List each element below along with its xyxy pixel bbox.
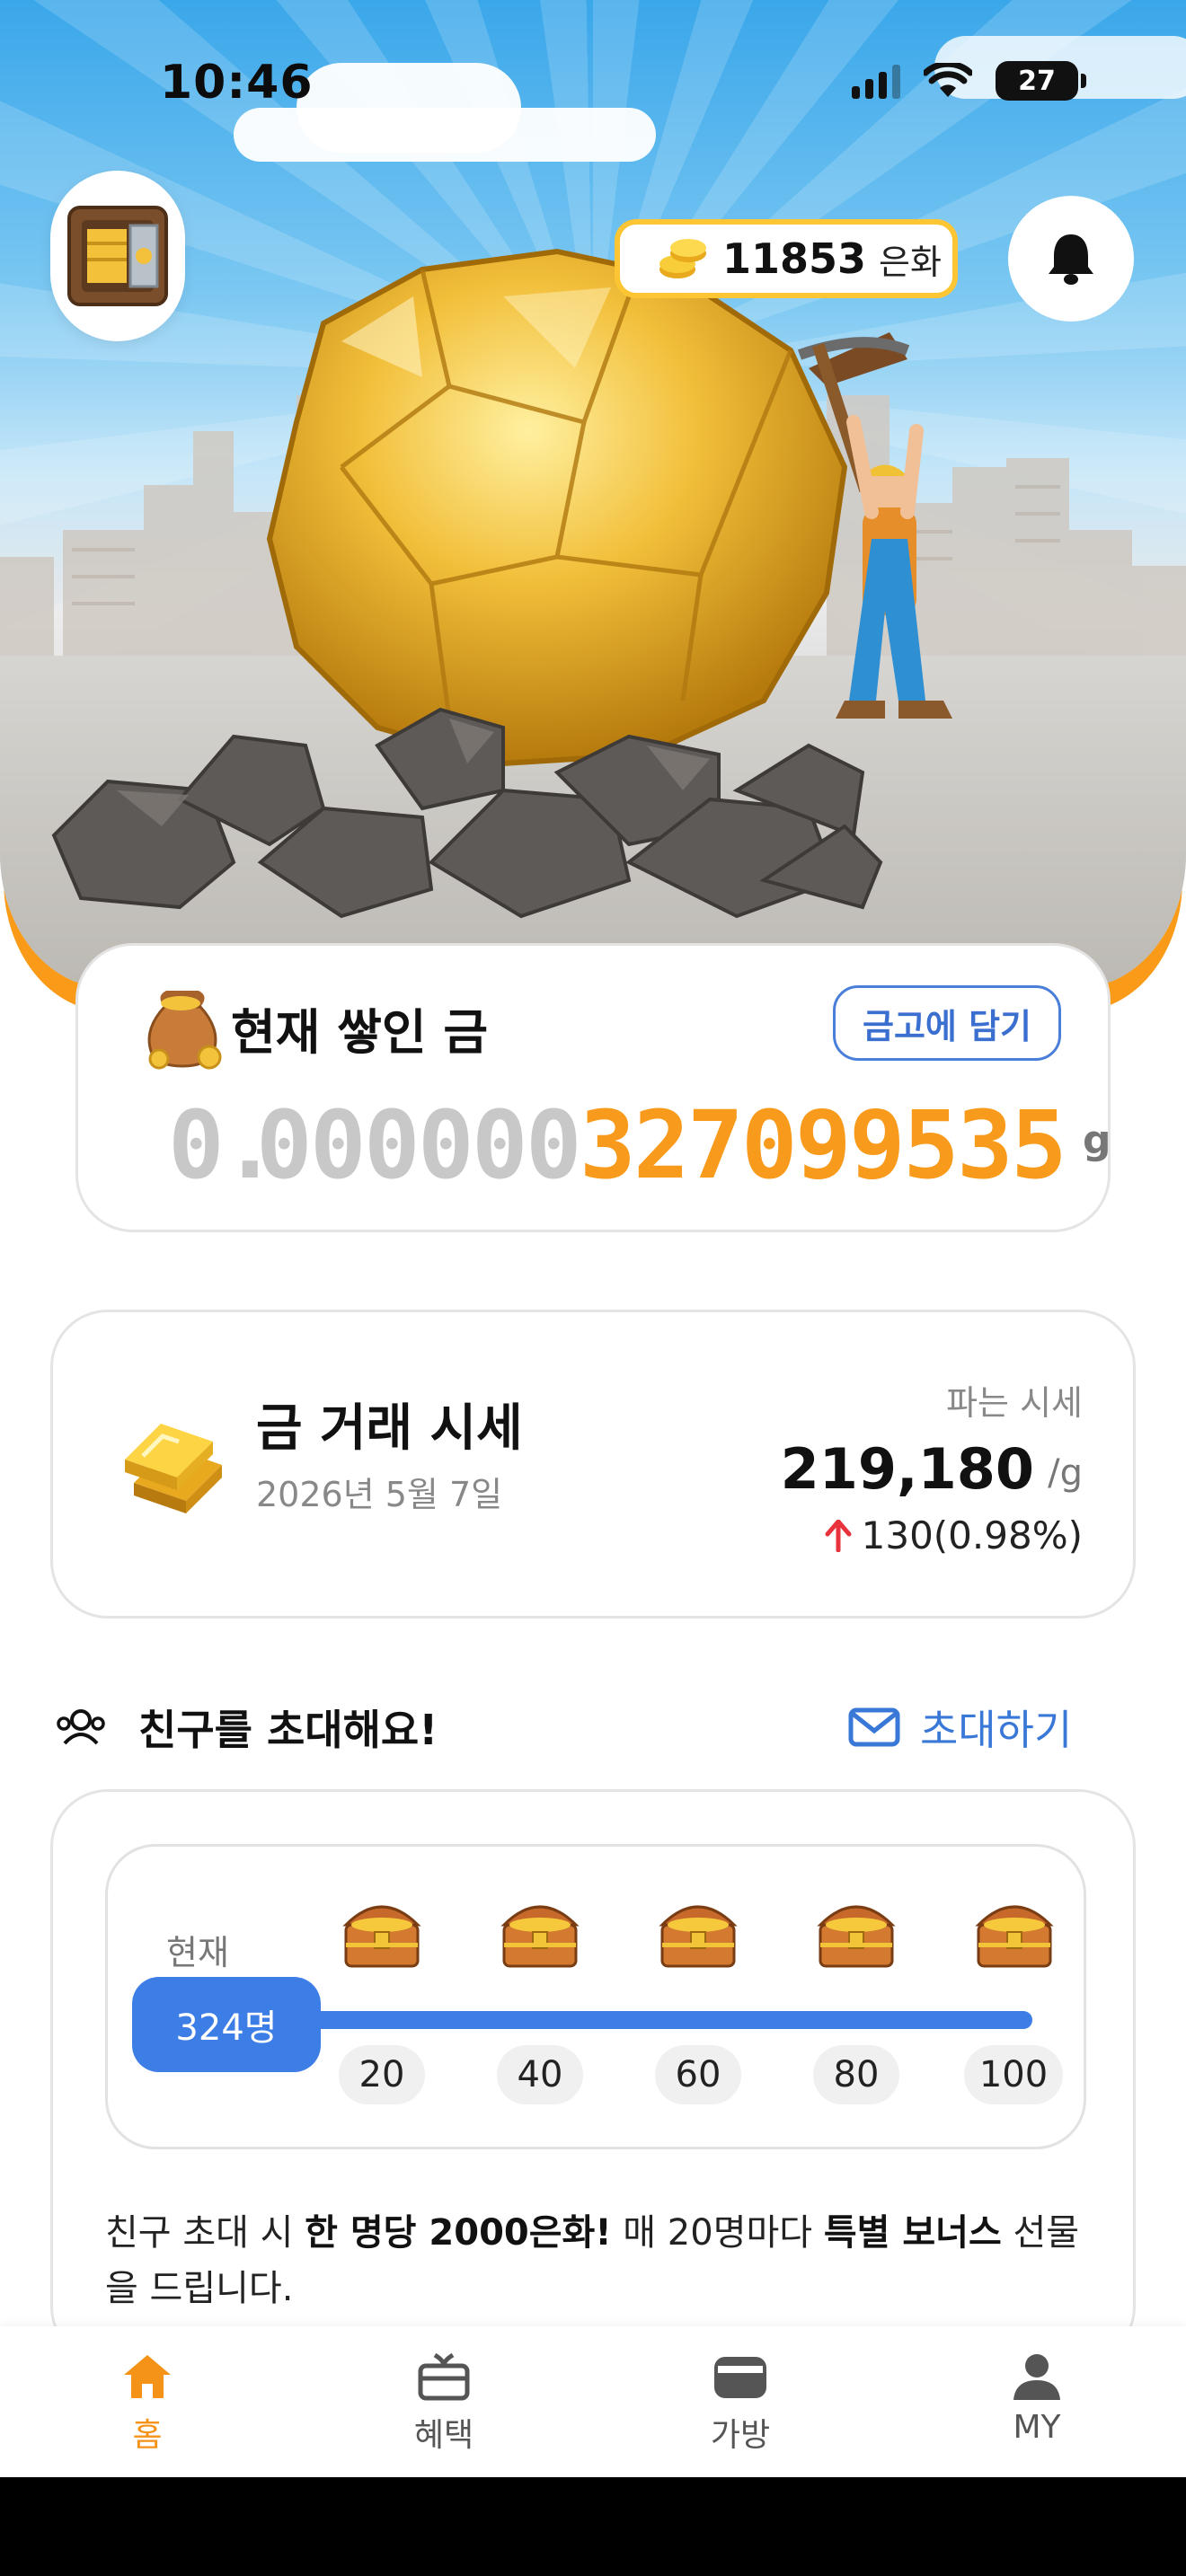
invite-button[interactable]: 초대하기 xyxy=(848,1698,1072,1757)
tab-my-label: MY xyxy=(1013,2409,1061,2446)
price-date: 2026년 5월 7일 xyxy=(256,1475,503,1514)
invite-title: 친구를 초대해요! xyxy=(138,1706,438,1754)
current-invite-count: 324명 xyxy=(132,1977,321,2072)
tab-bag-label: 가방 xyxy=(710,2417,771,2454)
gold-price-card[interactable]: 금 거래 시세 2026년 5월 7일 파는 시세 219,180 /g 130… xyxy=(50,1310,1136,1619)
price-change: 130(0.98%) xyxy=(824,1513,1083,1557)
gold-digit: 9 xyxy=(849,1090,906,1200)
gold-digit: 0 xyxy=(256,1090,313,1200)
safe-button[interactable] xyxy=(50,171,185,341)
milestone-badge: 20 xyxy=(339,2045,425,2104)
current-label: 현재 xyxy=(166,1933,229,1972)
treasure-chest-icon[interactable] xyxy=(497,1889,583,1972)
gold-bar-icon xyxy=(125,1424,222,1513)
invite-desc-bold: 한 명당 2000은화! xyxy=(305,2212,612,2254)
bottom-tab-bar: 홈 혜택 가방 MY xyxy=(0,2326,1186,2479)
gold-digit: 2 xyxy=(633,1090,690,1200)
gold-digit: 9 xyxy=(795,1090,852,1200)
milestone-badge: 40 xyxy=(497,2045,583,2104)
invite-button-label: 초대하기 xyxy=(920,1706,1073,1754)
arrow-up-icon xyxy=(825,1519,852,1552)
wallet-icon xyxy=(714,2357,766,2398)
gold-rock-illustration[interactable] xyxy=(0,0,1186,988)
tab-benefits[interactable]: 혜택 xyxy=(354,2351,534,2456)
gold-bag-icon xyxy=(147,991,222,1070)
invite-header: 친구를 초대해요! xyxy=(56,1698,438,1757)
home-icon xyxy=(124,2355,171,2398)
gold-amount: 0 . 0 0 0 0 0 0 3 2 7 0 9 9 5 3 5 g xyxy=(168,1098,1111,1192)
gold-card-title: 현재 쌓인 금 xyxy=(231,1004,488,1061)
mail-icon xyxy=(848,1707,900,1747)
coin-count: 11853 xyxy=(722,234,867,283)
treasure-chest-icon[interactable] xyxy=(813,1889,899,1972)
bell-icon xyxy=(1049,234,1093,285)
gold-digit: 0 xyxy=(310,1090,367,1200)
tab-bag[interactable]: 가방 xyxy=(651,2351,830,2456)
invite-description: 친구 초대 시 한 명당 2000은화! 매 20명마다 특별 보너스 선물을 … xyxy=(105,2205,1111,2316)
gift-icon xyxy=(418,2352,470,2401)
gold-unit: g xyxy=(1083,1117,1111,1163)
sell-price-label: 파는 시세 xyxy=(946,1383,1083,1423)
friends-icon xyxy=(57,1709,105,1745)
coin-stack-icon xyxy=(659,239,706,278)
coin-unit: 은화 xyxy=(879,242,942,282)
gold-digit: 0 xyxy=(364,1090,420,1200)
milestone-badge: 100 xyxy=(964,2045,1063,2104)
tab-home[interactable]: 홈 xyxy=(58,2351,237,2456)
treasure-chest-icon[interactable] xyxy=(339,1889,425,1972)
accumulated-gold-card: 현재 쌓인 금 금고에 담기 0 . 0 0 0 0 0 0 3 2 7 0 9… xyxy=(75,943,1111,1232)
invite-desc-text: 친구 초대 시 xyxy=(105,2212,305,2254)
gold-digit: . xyxy=(222,1090,279,1200)
gold-digit: 5 xyxy=(903,1090,960,1200)
home-indicator-bar xyxy=(0,2477,1186,2576)
store-in-safe-button[interactable]: 금고에 담기 xyxy=(833,985,1061,1061)
milestone-badge: 80 xyxy=(813,2045,899,2104)
gold-digit: 0 xyxy=(526,1090,582,1200)
gold-digit: 3 xyxy=(957,1090,1013,1200)
safe-icon xyxy=(67,206,168,306)
gold-digit: 0 xyxy=(418,1090,474,1200)
person-icon xyxy=(1013,2354,1060,2400)
invite-card: 현재 324명 20 40 60 80 100 친구 초대 시 한 명당 200… xyxy=(50,1789,1136,2364)
tab-home-label: 홈 xyxy=(132,2417,163,2454)
gold-digit: 0 xyxy=(472,1090,528,1200)
gold-digit: 3 xyxy=(580,1090,636,1200)
coin-balance[interactable]: 11853 은화 xyxy=(615,219,958,298)
tab-benefits-label: 혜택 xyxy=(413,2417,474,2454)
progress-track xyxy=(242,2011,1032,2029)
invite-desc-bold: 특별 보너스 xyxy=(823,2212,1002,2254)
hero-banner: 10:46 27 11853 은화 xyxy=(0,0,1186,988)
notification-button[interactable] xyxy=(1008,196,1134,322)
milestone-badge: 60 xyxy=(655,2045,741,2104)
gold-digit: 0 xyxy=(741,1090,798,1200)
gold-digit: 7 xyxy=(687,1090,744,1200)
treasure-chest-icon[interactable] xyxy=(655,1889,741,1972)
treasure-chest-icon[interactable] xyxy=(971,1889,1058,1972)
price-change-value: 130(0.98%) xyxy=(861,1513,1083,1557)
invite-desc-text: 매 20명마다 xyxy=(611,2212,824,2254)
gold-digit: 5 xyxy=(1011,1090,1067,1200)
tab-my[interactable]: MY xyxy=(947,2351,1127,2446)
sell-price-unit: /g xyxy=(1048,1452,1083,1494)
sell-price-value: 219,180 xyxy=(780,1436,1034,1502)
price-card-title: 금 거래 시세 xyxy=(256,1399,523,1458)
gold-digit: 0 xyxy=(168,1090,225,1200)
